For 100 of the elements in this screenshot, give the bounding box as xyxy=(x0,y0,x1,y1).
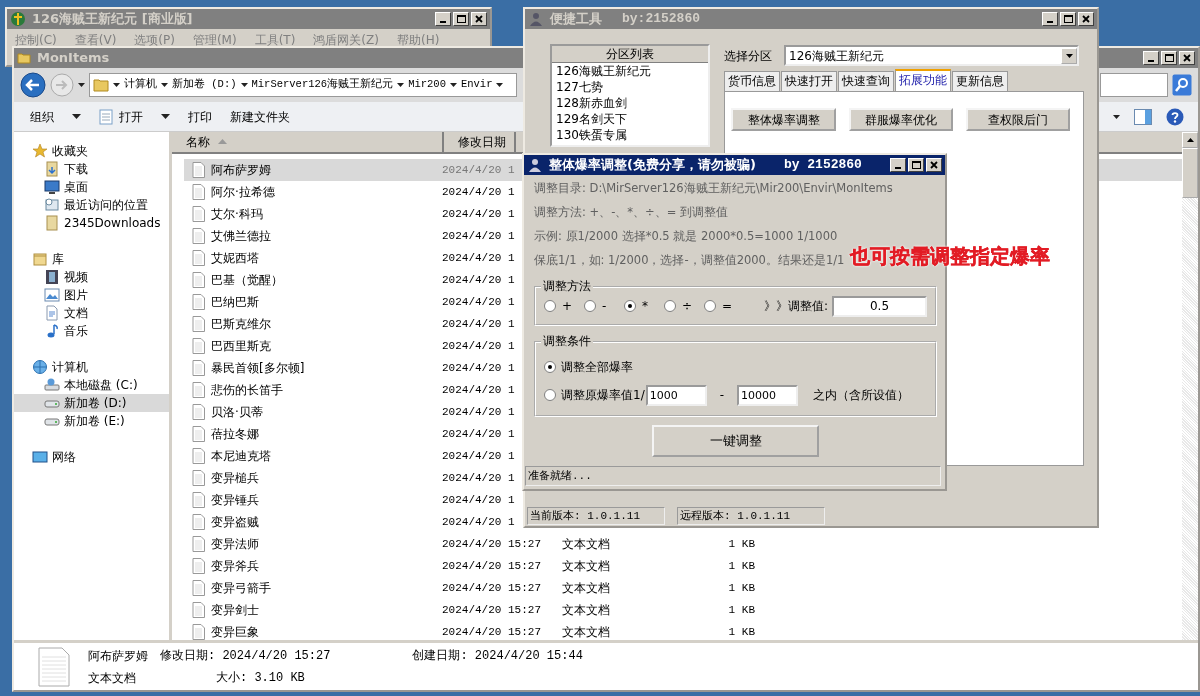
max-field[interactable]: 10000 xyxy=(737,384,799,406)
radio-button[interactable] xyxy=(704,300,716,312)
scroll-up-arrow-icon[interactable] xyxy=(1186,138,1194,142)
tab[interactable]: 货币信息 xyxy=(724,71,780,91)
radio-button[interactable] xyxy=(584,300,596,312)
column-header[interactable]: 修改日期 xyxy=(444,132,516,152)
close-icon xyxy=(1183,54,1191,62)
minimize-button[interactable] xyxy=(1042,12,1058,26)
tab[interactable]: 快速打开 xyxy=(781,71,837,91)
partition-select[interactable]: 126海贼王新纪元 xyxy=(784,45,1079,66)
file-name[interactable]: 巴斯克维尔 xyxy=(211,314,271,333)
list-item[interactable]: 127七势 xyxy=(552,79,708,95)
nav-item[interactable]: 桌面 xyxy=(64,178,88,196)
minimize-button[interactable] xyxy=(1143,51,1159,65)
nav-item[interactable]: 计算机 xyxy=(52,358,88,376)
nav-item[interactable]: 文档 xyxy=(64,304,88,322)
radio-button[interactable] xyxy=(664,300,676,312)
file-name[interactable]: 本尼迪克塔 xyxy=(211,446,271,465)
radio-button[interactable] xyxy=(544,300,556,312)
nav-item[interactable]: 图片 xyxy=(64,286,88,304)
file-name[interactable]: 变异锤兵 xyxy=(211,490,259,509)
list-item[interactable]: 129名剑天下 xyxy=(552,111,708,127)
file-icon xyxy=(192,271,206,288)
action-button[interactable]: 整体爆率调整 xyxy=(731,108,836,131)
close-button[interactable] xyxy=(1179,51,1195,65)
file-name[interactable]: 艾尔·科玛 xyxy=(211,204,263,223)
min-field[interactable]: 1000 xyxy=(645,384,707,406)
maximize-button[interactable] xyxy=(453,12,469,26)
radio-button[interactable] xyxy=(544,389,556,401)
minimize-button[interactable] xyxy=(890,158,906,172)
close-button[interactable] xyxy=(1078,12,1094,26)
file-name[interactable]: 变异槌兵 xyxy=(211,468,259,487)
file-name[interactable]: 变异巨象 xyxy=(211,622,259,640)
list-item[interactable]: 128新赤血剑 xyxy=(552,95,708,111)
file-name[interactable]: 变异斧兵 xyxy=(211,556,259,575)
search-icon[interactable] xyxy=(1172,74,1192,96)
file-name[interactable]: 巴纳巴斯 xyxy=(211,292,259,311)
back-button[interactable] xyxy=(20,72,46,98)
file-name[interactable]: 蓓拉冬娜 xyxy=(211,424,259,443)
toolbar-button[interactable]: 新建文件夹 xyxy=(228,105,292,128)
partition-list[interactable]: 分区列表 126海贼王新纪元 127七势 128新赤血剑 129名剑天下 130铁蛋专属 xyxy=(550,44,710,147)
nav-item[interactable]: 最近访问的位置 xyxy=(64,196,148,214)
radio-button[interactable] xyxy=(544,361,556,373)
list-item[interactable]: 126海贼王新纪元 xyxy=(552,63,708,79)
breadcrumb-item[interactable]: 新加卷 (D:) xyxy=(172,77,237,93)
nav-item[interactable]: 2345Downloads xyxy=(64,214,161,232)
nav-item[interactable]: 网络 xyxy=(52,448,76,466)
address-bar[interactable]: 计算机 新加卷 (D:) MirServer126海贼王新纪元 Mir200 Envir xyxy=(89,73,517,97)
nav-item[interactable]: 收藏夹 xyxy=(52,142,88,160)
preview-pane-icon[interactable] xyxy=(1134,108,1152,125)
file-name[interactable]: 变异盗贼 xyxy=(211,512,259,531)
radio-button[interactable] xyxy=(624,300,636,312)
toolbar-button[interactable]: 打开 xyxy=(97,105,172,128)
help-icon[interactable] xyxy=(1166,107,1184,126)
minimize-button[interactable] xyxy=(435,12,451,26)
close-button[interactable] xyxy=(471,12,487,26)
toolbar-button[interactable]: 打印 xyxy=(186,105,214,128)
tab[interactable]: 快速查询 xyxy=(838,71,894,91)
scrollbar[interactable] xyxy=(1182,132,1198,640)
maximize-button[interactable] xyxy=(1060,12,1076,26)
breadcrumb-item[interactable]: Envir xyxy=(460,77,493,93)
file-name[interactable]: 巴西里斯克 xyxy=(211,336,271,355)
file-name[interactable]: 变异剑士 xyxy=(211,600,259,619)
info-text: 保底1/1，如: 1/2000，选择-，调整值2000。结果还是1/1 xyxy=(534,253,845,267)
nav-item[interactable]: 下载 xyxy=(64,160,88,178)
file-name[interactable]: 阿尔·拉希德 xyxy=(211,182,275,201)
file-name[interactable]: 悲伤的长笛手 xyxy=(211,380,283,399)
list-item[interactable]: 130铁蛋专属 xyxy=(552,127,708,143)
toolbar-button[interactable]: 组织 xyxy=(28,105,83,128)
nav-item[interactable]: 库 xyxy=(52,250,64,268)
breadcrumb-item[interactable]: MirServer126海贼王新纪元 xyxy=(251,77,394,93)
value-field[interactable]: 0.5 xyxy=(832,295,928,317)
file-name[interactable]: 艾佛兰德拉 xyxy=(211,226,271,245)
nav-item[interactable]: 新加卷 (E:) xyxy=(64,412,125,430)
file-name[interactable]: 变异法师 xyxy=(211,534,259,553)
breadcrumb-item[interactable]: Mir200 xyxy=(408,77,446,93)
file-icon xyxy=(192,557,206,574)
scroll-thumb[interactable] xyxy=(1182,148,1198,198)
maximize-button[interactable] xyxy=(1161,51,1177,65)
file-name[interactable]: 巴基（觉醒） xyxy=(211,270,283,289)
nav-item[interactable]: 视频 xyxy=(64,268,88,286)
file-name[interactable]: 阿布萨罗姆 xyxy=(211,160,271,179)
file-name[interactable]: 艾妮西塔 xyxy=(211,248,259,267)
file-name[interactable]: 变异弓箭手 xyxy=(211,578,271,597)
nav-item[interactable]: 音乐 xyxy=(64,322,88,340)
file-name[interactable]: 贝洛·贝蒂 xyxy=(211,402,263,421)
file-date: 2024/4/20 1 xyxy=(442,449,515,462)
breadcrumb-item[interactable]: 计算机 xyxy=(124,77,157,93)
file-name[interactable]: 暴民首领[多尔顿] xyxy=(211,358,305,377)
maximize-button[interactable] xyxy=(908,158,924,172)
action-button[interactable]: 查权限后门 xyxy=(966,108,1070,131)
nav-item[interactable]: 本地磁盘 (C:) xyxy=(64,376,138,394)
run-button[interactable]: 一键调整 xyxy=(652,425,819,457)
action-button[interactable]: 群服爆率优化 xyxy=(849,108,953,131)
column-header[interactable]: 名称 xyxy=(172,132,444,152)
tab[interactable]: 拓展功能 xyxy=(895,69,951,91)
nav-item[interactable]: 新加卷 (D:) xyxy=(64,394,127,412)
search-field[interactable] xyxy=(1100,73,1168,97)
close-button[interactable] xyxy=(926,158,942,172)
tab[interactable]: 更新信息 xyxy=(952,71,1008,91)
